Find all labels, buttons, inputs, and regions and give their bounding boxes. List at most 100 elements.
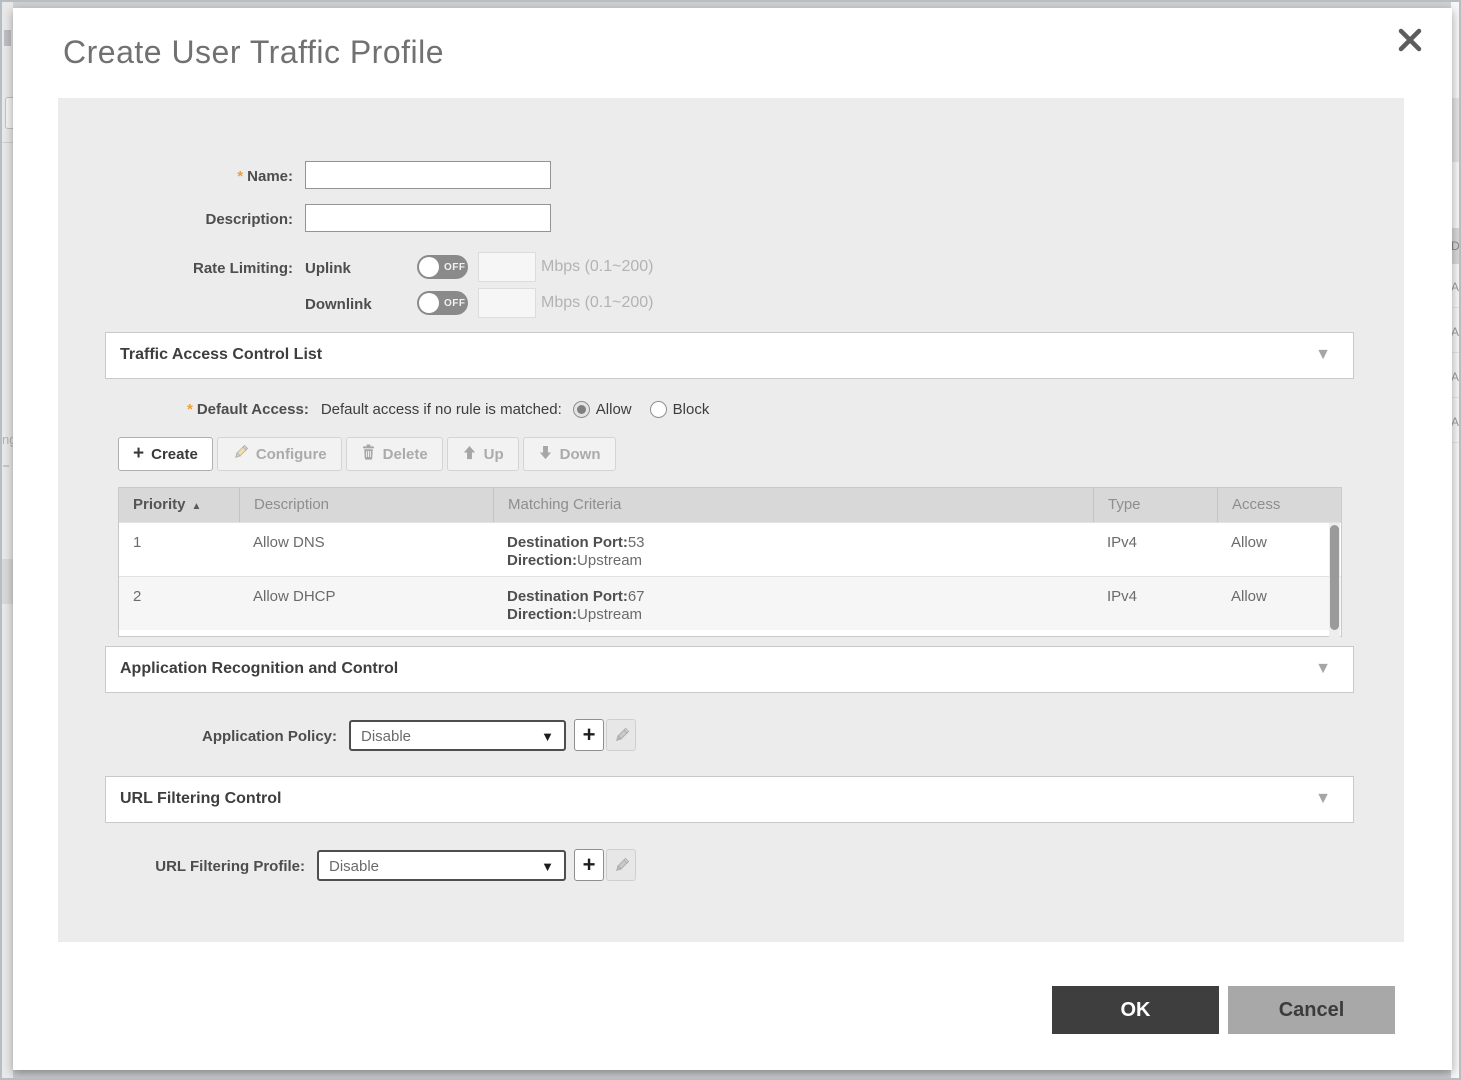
collapse-chevron-icon[interactable]: ▼: [1315, 660, 1331, 678]
downlink-rate-hint: Mbps (0.1~200): [541, 294, 654, 312]
downlink-label: Downlink: [305, 296, 372, 313]
rate-limiting-label: Rate Limiting:: [58, 260, 293, 277]
toggle-knob: [419, 257, 439, 277]
background-table-cell-fragment: A: [1451, 266, 1459, 308]
delete-button[interactable]: Delete: [346, 437, 443, 471]
allow-radio-label: Allow: [596, 401, 632, 418]
add-application-policy-button[interactable]: +: [574, 719, 604, 751]
acl-toolbar: + Create Configure Delete Up: [118, 437, 616, 471]
cell-priority: 1: [119, 523, 239, 576]
url-filtering-profile-label: URL Filtering Profile:: [58, 858, 305, 875]
required-marker: *: [187, 401, 193, 418]
create-button[interactable]: + Create: [118, 437, 213, 471]
background-fragment: [1451, 98, 1459, 162]
uplink-rate-input[interactable]: [478, 252, 536, 282]
plus-icon: +: [133, 444, 144, 463]
cell-access: Allow: [1217, 523, 1343, 576]
toggle-state-label: OFF: [444, 298, 466, 309]
allow-radio[interactable]: [573, 401, 590, 418]
cell-access: Allow: [1217, 577, 1343, 630]
background-table-cell-fragment: A: [1451, 356, 1459, 398]
close-icon[interactable]: [1394, 24, 1426, 56]
background-page-right-sliver: D A A A A: [1451, 2, 1459, 1078]
downlink-rate-input[interactable]: [478, 288, 536, 318]
required-marker: *: [237, 168, 243, 185]
name-label: *Name:: [58, 168, 293, 185]
chevron-down-icon: ▼: [541, 859, 554, 874]
ok-button[interactable]: OK: [1052, 986, 1219, 1034]
cell-type: IPv4: [1093, 523, 1217, 576]
arrow-down-icon: [538, 445, 553, 464]
section-title: Application Recognition and Control: [120, 660, 398, 678]
section-application-recognition: Application Recognition and Control ▼: [105, 646, 1354, 693]
table-filler: [119, 630, 1341, 636]
column-header-description[interactable]: Description: [239, 488, 493, 522]
description-input[interactable]: [305, 204, 551, 232]
dialog-content-panel: *Name: Description: Rate Limiting: Uplin…: [58, 98, 1404, 942]
background-page-left-sliver: ng: [2, 2, 13, 1078]
arrow-up-icon: [462, 445, 477, 464]
toggle-knob: [419, 293, 439, 313]
uplink-toggle[interactable]: OFF: [417, 255, 468, 279]
uplink-rate-hint: Mbps (0.1~200): [541, 258, 654, 276]
default-access-prompt: Default access if no rule is matched:: [321, 401, 562, 418]
create-user-traffic-profile-dialog: Create User Traffic Profile *Name: Descr…: [13, 8, 1452, 1070]
collapse-chevron-icon[interactable]: ▼: [1315, 346, 1331, 364]
section-traffic-acl: Traffic Access Control List ▼: [105, 332, 1354, 379]
chevron-down-icon: ▼: [541, 729, 554, 744]
configure-button[interactable]: Configure: [217, 437, 342, 471]
cell-description: Allow DNS: [239, 523, 493, 576]
default-access-label: Default Access:: [197, 401, 309, 418]
dialog-title: Create User Traffic Profile: [63, 34, 444, 71]
background-fragment: [2, 142, 13, 143]
cancel-button[interactable]: Cancel: [1228, 986, 1395, 1034]
background-fragment: [3, 465, 9, 467]
toggle-state-label: OFF: [444, 262, 466, 273]
background-fragment: [5, 97, 13, 129]
cell-priority: 2: [119, 577, 239, 630]
default-access-row: * Default Access: Default access if no r…: [187, 399, 727, 419]
application-policy-label: Application Policy:: [58, 728, 337, 745]
application-policy-select[interactable]: Disable ▼: [349, 720, 566, 751]
section-url-filtering: URL Filtering Control ▼: [105, 776, 1354, 823]
background-table-cell-fragment: A: [1451, 401, 1459, 443]
section-title: Traffic Access Control List: [120, 346, 322, 364]
table-row[interactable]: 1 Allow DNS Destination Port:53 Directio…: [119, 522, 1341, 576]
move-up-button[interactable]: Up: [447, 437, 519, 471]
add-url-filtering-profile-button[interactable]: +: [574, 849, 604, 881]
column-header-access[interactable]: Access: [1217, 488, 1343, 522]
column-header-matching-criteria[interactable]: Matching Criteria: [493, 488, 1093, 522]
background-text-fragment: ng: [2, 432, 13, 447]
uplink-label: Uplink: [305, 260, 351, 277]
cell-description: Allow DHCP: [239, 577, 493, 630]
cell-matching-criteria: Destination Port:53 Direction:Upstream: [493, 523, 1093, 576]
background-page-top-strip: [0, 0, 1461, 8]
section-title: URL Filtering Control: [120, 790, 281, 808]
trash-icon: [361, 444, 376, 464]
cell-type: IPv4: [1093, 577, 1217, 630]
downlink-toggle[interactable]: OFF: [417, 291, 468, 315]
description-label: Description:: [58, 211, 293, 228]
table-scrollbar[interactable]: [1329, 523, 1340, 637]
column-header-type[interactable]: Type: [1093, 488, 1217, 522]
background-table-header-fragment: D: [1451, 228, 1459, 264]
background-table-cell-fragment: A: [1451, 311, 1459, 353]
table-header-row: Priority▲ Description Matching Criteria …: [119, 488, 1341, 522]
name-input[interactable]: [305, 161, 551, 189]
block-radio[interactable]: [650, 401, 667, 418]
block-radio-label: Block: [673, 401, 710, 418]
acl-rules-table: Priority▲ Description Matching Criteria …: [118, 487, 1342, 637]
cell-matching-criteria: Destination Port:67 Direction:Upstream: [493, 577, 1093, 630]
column-header-priority[interactable]: Priority▲: [119, 488, 239, 522]
edit-url-filtering-profile-button[interactable]: [606, 849, 636, 881]
url-filtering-profile-select[interactable]: Disable ▼: [317, 850, 566, 881]
edit-application-policy-button[interactable]: [606, 719, 636, 751]
sort-asc-icon: ▲: [192, 501, 202, 512]
pencil-icon: [232, 444, 249, 465]
move-down-button[interactable]: Down: [523, 437, 616, 471]
scrollbar-thumb[interactable]: [1330, 525, 1339, 630]
background-fragment: [2, 559, 13, 604]
collapse-chevron-icon[interactable]: ▼: [1315, 790, 1331, 808]
table-row[interactable]: 2 Allow DHCP Destination Port:67 Directi…: [119, 576, 1341, 630]
background-fragment: [4, 30, 11, 46]
